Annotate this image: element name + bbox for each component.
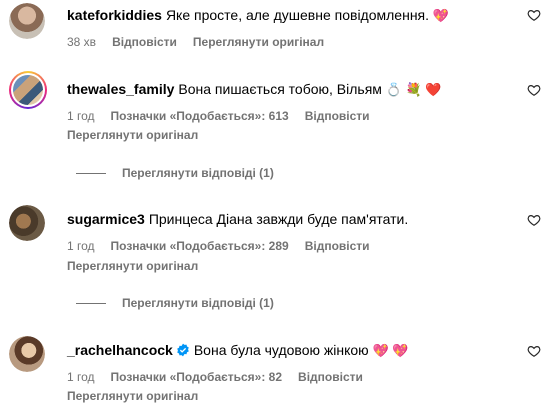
likes-count[interactable]: Позначки «Подобається»: 82 bbox=[111, 370, 282, 384]
comment-text: Вона була чудовою жінкою bbox=[193, 342, 369, 358]
comment-line: sugarmice3 Принцеса Діана завжди буде пам… bbox=[67, 210, 408, 228]
username[interactable]: kateforkiddies bbox=[67, 7, 162, 23]
replies-divider bbox=[76, 172, 106, 174]
comment-meta: 38 хв Відповісти Переглянути оригінал bbox=[67, 34, 340, 50]
likes-count[interactable]: Позначки «Подобається»: 289 bbox=[111, 239, 289, 253]
comment-meta: 1 год Позначки «Подобається»: 82 Відповіст… bbox=[67, 369, 379, 385]
timestamp[interactable]: 1 год bbox=[67, 109, 95, 123]
view-replies-label: Переглянути відповіді (1) bbox=[122, 166, 274, 180]
timestamp[interactable]: 1 год bbox=[67, 239, 95, 253]
see-original-button[interactable]: Переглянути оригінал bbox=[67, 388, 198, 404]
like-heart-icon[interactable] bbox=[527, 213, 541, 227]
replies-divider bbox=[76, 302, 106, 304]
comment-text: Вона пишається тобою, Вільям bbox=[178, 81, 382, 97]
like-heart-icon[interactable] bbox=[527, 8, 541, 22]
comment-text: Яке просте, але душевне повідомлення. bbox=[165, 7, 430, 23]
view-replies-button[interactable]: Переглянути відповіді (1) bbox=[67, 295, 274, 311]
avatar[interactable] bbox=[9, 336, 45, 372]
comment-text: Принцеса Діана завжди буде пам'ятати. bbox=[148, 211, 409, 227]
verified-badge-icon bbox=[177, 343, 189, 357]
username[interactable]: thewales_family bbox=[67, 81, 174, 97]
comment-line: _rachelhancock Вона була чудовою жінкою 💖… bbox=[67, 341, 409, 360]
avatar[interactable] bbox=[9, 3, 45, 39]
comment-line: thewales_family Вона пишається тобою, Віл… bbox=[67, 80, 442, 99]
username[interactable]: sugarmice3 bbox=[67, 211, 145, 227]
avatar[interactable] bbox=[9, 205, 45, 241]
avatar[interactable] bbox=[9, 71, 47, 109]
emoji: 💍 💐 ❤️ bbox=[385, 82, 442, 97]
see-original-button[interactable]: Переглянути оригінал bbox=[193, 35, 324, 49]
comment-meta: 1 год Позначки «Подобається»: 289 Відповіс… bbox=[67, 238, 386, 254]
comment-line: kateforkiddies Яке просте, але душевне по… bbox=[67, 6, 449, 25]
reply-button[interactable]: Відповісти bbox=[305, 239, 370, 253]
username[interactable]: _rachelhancock bbox=[67, 342, 173, 358]
timestamp[interactable]: 38 хв bbox=[67, 35, 96, 49]
likes-count[interactable]: Позначки «Подобається»: 613 bbox=[111, 109, 289, 123]
timestamp[interactable]: 1 год bbox=[67, 370, 95, 384]
like-heart-icon[interactable] bbox=[527, 344, 541, 358]
reply-button[interactable]: Відповісти bbox=[305, 109, 370, 123]
emoji: 💖 💖 bbox=[372, 343, 409, 358]
like-heart-icon[interactable] bbox=[527, 83, 541, 97]
reply-button[interactable]: Відповісти bbox=[298, 370, 363, 384]
emoji: 💖 bbox=[432, 8, 450, 23]
view-replies-label: Переглянути відповіді (1) bbox=[122, 296, 274, 310]
see-original-button[interactable]: Переглянути оригінал bbox=[67, 258, 198, 274]
comment-meta: 1 год Позначки «Подобається»: 613 Відповіс… bbox=[67, 108, 386, 124]
see-original-button[interactable]: Переглянути оригінал bbox=[67, 127, 198, 143]
reply-button[interactable]: Відповісти bbox=[112, 35, 177, 49]
view-replies-button[interactable]: Переглянути відповіді (1) bbox=[67, 165, 274, 181]
